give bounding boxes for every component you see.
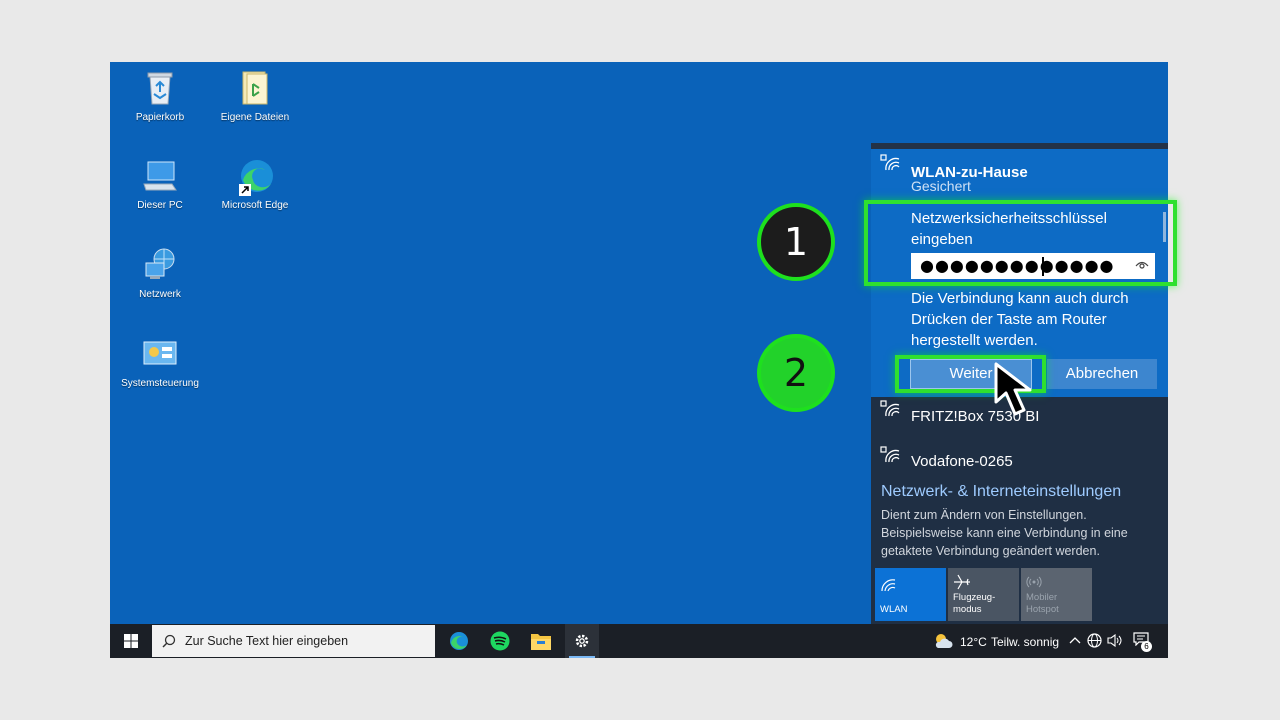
step1-highlight-box <box>864 200 1177 286</box>
wps-hint-line3: hergestellt werden. <box>911 332 1038 349</box>
desktop-icon-label: Eigene Dateien <box>220 112 290 123</box>
settings-desc-line: Beispielsweise kann eine Verbindung in e… <box>881 526 1128 540</box>
step1-badge: 1 <box>757 203 835 281</box>
tile-label: WLAN <box>880 604 908 615</box>
search-placeholder: Zur Suche Text hier eingeben <box>185 634 349 648</box>
desktop-icon-user-files[interactable]: Eigene Dateien <box>210 70 300 123</box>
wlan-tile[interactable]: WLAN <box>875 568 946 621</box>
edge-taskbar-icon[interactable] <box>448 630 470 652</box>
weather-temperature[interactable]: 12°C <box>960 635 987 649</box>
step2-badge: 2 <box>757 334 835 412</box>
wps-hint-line2: Drücken der Taste am Router <box>911 311 1107 328</box>
secured-wifi-icon <box>880 446 900 463</box>
control-panel-icon <box>142 336 178 372</box>
taskbar-search-box[interactable]: Zur Suche Text hier eingeben <box>152 625 435 657</box>
weather-description[interactable]: Teilw. sonnig <box>991 635 1059 649</box>
desktop-icon-label: Microsoft Edge <box>221 200 289 211</box>
wifi-icon <box>881 579 896 592</box>
selected-network-status: Gesichert <box>911 178 971 194</box>
settings-desc-line: getaktete Verbindung geändert werden. <box>881 544 1100 558</box>
desktop-icon-this-pc[interactable]: Dieser PC <box>115 158 205 211</box>
desktop-icon-network[interactable]: Netzwerk <box>115 247 205 300</box>
wps-hint-line1: Die Verbindung kann auch durch <box>911 290 1129 307</box>
spotify-icon[interactable] <box>489 630 511 652</box>
network-icon <box>142 247 178 283</box>
speaker-icon[interactable] <box>1107 634 1122 647</box>
notification-count-badge: 6 <box>1141 641 1152 652</box>
notification-center-button[interactable]: 6 <box>1133 632 1153 652</box>
hotspot-icon <box>1026 576 1042 588</box>
computer-icon <box>142 158 178 194</box>
tile-label: Mobiler Hotspot <box>1026 592 1059 616</box>
airplane-mode-tile[interactable]: Flugzeug- modus <box>948 568 1019 621</box>
search-icon <box>162 634 176 648</box>
edge-icon <box>237 158 273 196</box>
tile-label-line: modus <box>953 604 982 615</box>
network-settings-link[interactable]: Netzwerk- & Interneteinstellungen <box>881 483 1121 501</box>
airplane-icon <box>954 574 970 590</box>
mobile-hotspot-tile[interactable]: Mobiler Hotspot <box>1021 568 1092 621</box>
settings-taskbar-button[interactable] <box>565 624 599 658</box>
tile-label-line: Flugzeug- <box>953 592 996 603</box>
secured-wifi-icon <box>880 154 900 171</box>
desktop-icon-recycle-bin[interactable]: Papierkorb <box>115 70 205 123</box>
cancel-button[interactable]: Abbrechen <box>1047 359 1157 389</box>
desktop-icon-edge[interactable]: Microsoft Edge <box>210 158 300 211</box>
desktop-icon-label: Dieser PC <box>137 200 183 211</box>
gear-icon <box>575 634 589 648</box>
desktop-icon-label: Papierkorb <box>135 112 185 123</box>
user-folder-icon <box>237 70 273 106</box>
tile-label-line: Hotspot <box>1026 604 1059 615</box>
network-settings-description: Dient zum Ändern von Einstellungen. Beis… <box>881 506 1161 560</box>
tile-label-line: Mobiler <box>1026 592 1058 603</box>
desktop-icon-label: Netzwerk <box>139 289 181 300</box>
secured-wifi-icon <box>880 400 900 417</box>
windows-start-icon[interactable] <box>124 634 138 648</box>
recycle-bin-icon <box>142 70 178 106</box>
network-name: Vodafone-0265 <box>911 453 1013 470</box>
tile-label: Flugzeug- modus <box>953 592 995 616</box>
file-explorer-icon[interactable] <box>530 631 552 651</box>
mouse-pointer-icon <box>994 362 1032 416</box>
weather-sun-cloud-icon[interactable] <box>933 632 953 650</box>
desktop-icon-control-panel[interactable]: Systemsteuerung <box>115 336 205 389</box>
active-app-indicator <box>569 656 595 658</box>
globe-icon[interactable] <box>1087 633 1102 648</box>
chevron-up-icon[interactable] <box>1069 635 1081 645</box>
settings-desc-line: Dient zum Ändern von Einstellungen. <box>881 508 1087 522</box>
desktop-icon-label: Systemsteuerung <box>121 378 199 389</box>
